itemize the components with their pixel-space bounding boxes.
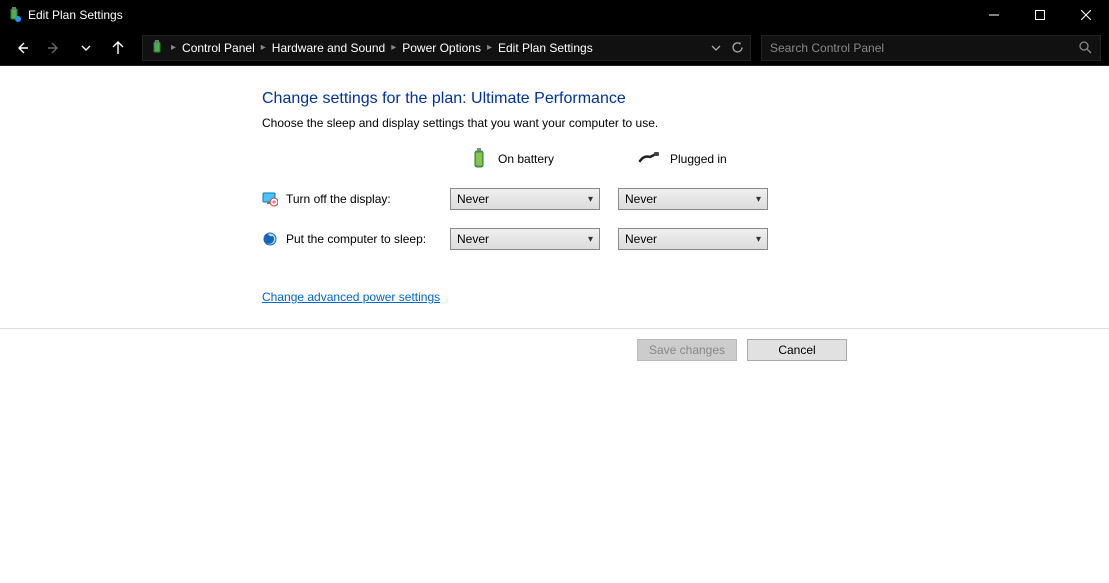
breadcrumb-item[interactable]: Edit Plan Settings xyxy=(498,41,593,55)
maximize-button[interactable] xyxy=(1017,0,1063,30)
refresh-button[interactable] xyxy=(731,41,744,54)
nav-forward-button[interactable] xyxy=(40,34,68,62)
chevron-down-icon xyxy=(711,43,721,53)
window-controls xyxy=(971,0,1109,30)
nav-up-button[interactable] xyxy=(104,34,132,62)
cancel-button[interactable]: Cancel xyxy=(747,339,847,361)
minimize-icon xyxy=(989,10,999,20)
close-icon xyxy=(1081,10,1091,20)
search-box[interactable] xyxy=(761,35,1101,61)
title-bar: Edit Plan Settings xyxy=(0,0,1109,30)
sleep-plugged-dropdown[interactable]: Never ▾ xyxy=(618,228,768,250)
chevron-right-icon: ▸ xyxy=(261,42,266,53)
display-plugged-value: Never xyxy=(625,192,657,206)
footer: Save changes Cancel xyxy=(0,328,1109,361)
row-label-display-text: Turn off the display: xyxy=(286,192,391,206)
column-header-battery: On battery xyxy=(450,148,610,170)
save-button[interactable]: Save changes xyxy=(637,339,737,361)
chevron-right-icon: ▸ xyxy=(487,42,492,53)
arrow-up-icon xyxy=(111,41,125,55)
nav-bar: ▸ Control Panel ▸ Hardware and Sound ▸ P… xyxy=(0,30,1109,66)
chevron-down-icon: ▾ xyxy=(588,194,593,205)
arrow-left-icon xyxy=(15,41,29,55)
display-battery-dropdown[interactable]: Never ▾ xyxy=(450,188,600,210)
maximize-icon xyxy=(1035,10,1045,20)
chevron-down-icon: ▾ xyxy=(756,234,761,245)
chevron-right-icon: ▸ xyxy=(391,42,396,53)
sleep-plugged-value: Never xyxy=(625,232,657,246)
column-header-battery-label: On battery xyxy=(498,152,554,166)
app-icon xyxy=(6,7,22,23)
search-icon xyxy=(1079,41,1092,54)
settings-grid: On battery Plugged in Turn off the displ… xyxy=(262,148,1109,250)
window-title: Edit Plan Settings xyxy=(28,8,123,22)
battery-icon xyxy=(470,148,488,170)
plug-icon xyxy=(638,151,660,167)
chevron-down-icon: ▾ xyxy=(588,234,593,245)
row-label-sleep-text: Put the computer to sleep: xyxy=(286,232,426,246)
refresh-icon xyxy=(731,41,744,54)
search-input[interactable] xyxy=(770,41,1079,55)
chevron-down-icon xyxy=(81,43,91,53)
page-heading: Change settings for the plan: Ultimate P… xyxy=(262,90,1109,108)
content-area: Change settings for the plan: Ultimate P… xyxy=(0,66,1109,306)
breadcrumb-item[interactable]: Control Panel xyxy=(182,41,255,55)
row-label-display: Turn off the display: xyxy=(262,191,442,207)
nav-recent-button[interactable] xyxy=(72,34,100,62)
breadcrumb-item[interactable]: Hardware and Sound xyxy=(272,41,385,55)
column-header-plugged: Plugged in xyxy=(618,151,778,167)
column-header-plugged-label: Plugged in xyxy=(670,152,727,166)
display-battery-value: Never xyxy=(457,192,489,206)
chevron-right-icon: ▸ xyxy=(171,42,176,53)
page-subtitle: Choose the sleep and display settings th… xyxy=(262,116,1109,130)
arrow-right-icon xyxy=(47,41,61,55)
close-button[interactable] xyxy=(1063,0,1109,30)
address-bar[interactable]: ▸ Control Panel ▸ Hardware and Sound ▸ P… xyxy=(142,35,751,61)
sleep-battery-value: Never xyxy=(457,232,489,246)
display-plugged-dropdown[interactable]: Never ▾ xyxy=(618,188,768,210)
advanced-settings-link[interactable]: Change advanced power settings xyxy=(262,290,440,304)
control-panel-icon xyxy=(149,40,165,56)
display-icon xyxy=(262,191,278,207)
address-dropdown-button[interactable] xyxy=(711,43,721,53)
chevron-down-icon: ▾ xyxy=(756,194,761,205)
minimize-button[interactable] xyxy=(971,0,1017,30)
breadcrumb-item[interactable]: Power Options xyxy=(402,41,481,55)
row-label-sleep: Put the computer to sleep: xyxy=(262,231,442,247)
nav-back-button[interactable] xyxy=(8,34,36,62)
sleep-battery-dropdown[interactable]: Never ▾ xyxy=(450,228,600,250)
sleep-icon xyxy=(262,231,278,247)
